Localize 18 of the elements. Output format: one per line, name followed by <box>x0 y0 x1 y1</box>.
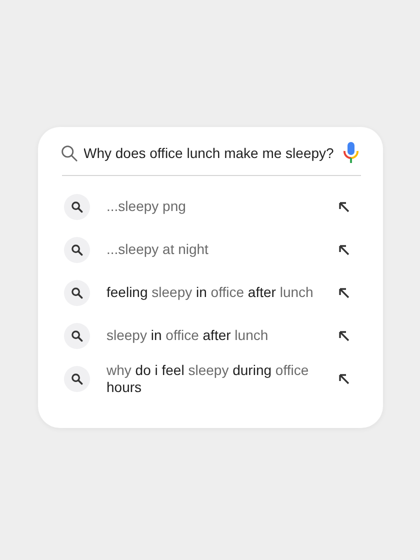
microphone-icon[interactable] <box>342 141 358 165</box>
search-icon <box>64 236 90 262</box>
suggestion-link[interactable]: ...sleepy png <box>106 198 324 215</box>
suggestion-link[interactable]: ...sleepy at night <box>106 241 324 258</box>
arrow-up-left-icon[interactable] <box>338 330 350 342</box>
arrow-up-left-icon[interactable] <box>338 372 350 384</box>
arrow-up-left-icon[interactable] <box>338 244 350 256</box>
suggestion-link[interactable]: why do i feel sleepy during office hours <box>106 362 324 396</box>
search-icon <box>64 280 90 306</box>
search-icon <box>64 366 90 392</box>
search-icon <box>64 194 90 220</box>
search-icon <box>60 144 78 162</box>
search-icon <box>64 322 90 348</box>
suggestion-link[interactable]: sleepy in office after lunch <box>106 327 324 344</box>
arrow-up-left-icon[interactable] <box>338 286 350 298</box>
suggestion-link[interactable]: feeling sleepy in office after lunch <box>106 284 324 301</box>
search-field[interactable]: Why does office lunch make me sleepy? <box>78 145 342 161</box>
arrow-up-left-icon[interactable] <box>338 200 350 212</box>
